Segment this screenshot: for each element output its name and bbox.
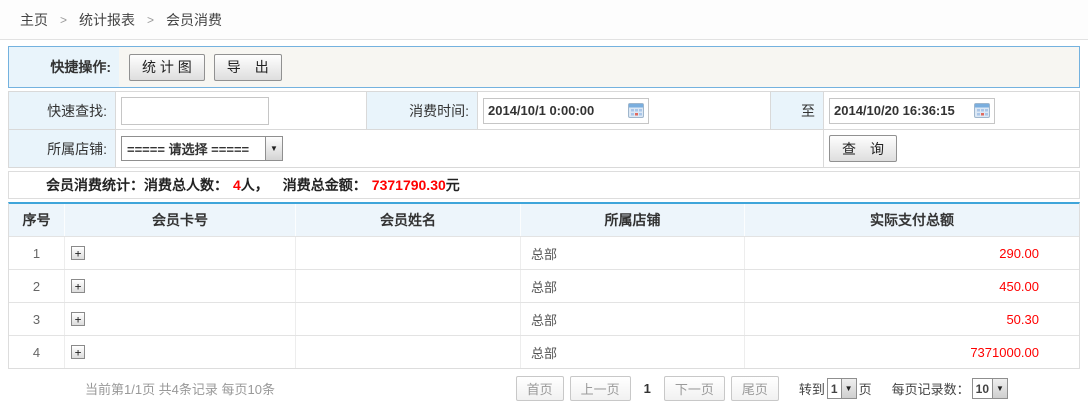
store-name: 总部: [521, 303, 745, 335]
date-from-value: 2014/10/1 0:00:00: [488, 103, 628, 118]
prev-page-button[interactable]: 上一页: [570, 376, 631, 401]
member-name: [296, 270, 521, 302]
table-row: 2 + 总部 450.00: [9, 269, 1079, 302]
amount-paid: 50.30: [745, 303, 1079, 335]
breadcrumb-reports[interactable]: 统计报表: [79, 10, 135, 30]
quick-find-input[interactable]: [121, 97, 269, 125]
member-consumption-table: 序号 会员卡号 会员姓名 所属店铺 实际支付总额 1 + 总部 290.00 2…: [8, 202, 1080, 369]
export-button[interactable]: 导 出: [214, 54, 282, 81]
store-select-value: ===== 请选择 =====: [122, 139, 265, 158]
row-index: 2: [9, 270, 65, 302]
page-summary: 当前第1/1页 共4条记录 每页10条: [85, 379, 275, 398]
quick-operations-label: 快捷操作:: [9, 47, 119, 87]
stats-count-label: 消费总人数：: [144, 175, 228, 195]
store-label: 所属店铺:: [9, 130, 116, 168]
statistics-chart-button[interactable]: 统 计 图: [129, 54, 205, 81]
table-header-row: 序号 会员卡号 会员姓名 所属店铺 实际支付总额: [9, 204, 1079, 236]
table-row: 4 + 总部 7371000.00: [9, 335, 1079, 368]
amount-paid: 450.00: [745, 270, 1079, 302]
page-size-value: 10: [973, 382, 992, 396]
pagination-bar: 当前第1/1页 共4条记录 每页10条 首页 上一页 1 下一页 尾页 转到 1…: [8, 369, 1080, 408]
goto-label: 转到: [799, 379, 825, 398]
breadcrumb-home[interactable]: 主页: [20, 10, 48, 30]
stats-title: 会员消费统计：: [46, 175, 144, 195]
chevron-down-icon[interactable]: ▼: [992, 379, 1007, 398]
expand-row-icon[interactable]: +: [71, 345, 85, 359]
stats-count-suffix: 人，: [241, 175, 269, 195]
date-from-input[interactable]: 2014/10/1 0:00:00: [483, 98, 649, 124]
store-name: 总部: [521, 237, 745, 269]
member-name: [296, 303, 521, 335]
consume-time-label: 消费时间:: [367, 92, 478, 130]
consumption-stats-bar: 会员消费统计： 消费总人数： 4 人， 消费总金额： 7371790.30 元: [8, 171, 1080, 199]
header-store: 所属店铺: [521, 204, 745, 236]
next-page-button[interactable]: 下一页: [664, 376, 725, 401]
amount-paid: 7371000.00: [745, 336, 1079, 368]
date-to-value: 2014/10/20 16:36:15: [834, 103, 974, 118]
row-index: 4: [9, 336, 65, 368]
stats-amount-value: 7371790.30: [372, 177, 446, 193]
header-card-number: 会员卡号: [65, 204, 296, 236]
breadcrumb-separator: >: [60, 13, 67, 27]
row-index: 1: [9, 237, 65, 269]
stats-count-value: 4: [233, 177, 241, 193]
page-size-select[interactable]: 10 ▼: [972, 378, 1008, 399]
stats-amount-label: 消费总金额：: [283, 175, 367, 195]
breadcrumb-separator: >: [147, 13, 154, 27]
expand-row-icon[interactable]: +: [71, 312, 85, 326]
header-index: 序号: [9, 204, 65, 236]
breadcrumb-member-consumption[interactable]: 会员消费: [166, 10, 222, 30]
row-index: 3: [9, 303, 65, 335]
chevron-down-icon[interactable]: ▼: [265, 137, 282, 160]
goto-page-value: 1: [828, 382, 841, 396]
goto-page-select[interactable]: 1 ▼: [827, 378, 857, 399]
store-name: 总部: [521, 270, 745, 302]
calendar-icon[interactable]: [628, 103, 644, 118]
quick-find-label: 快速查找:: [9, 92, 116, 130]
goto-suffix: 页: [859, 379, 872, 398]
table-row: 3 + 总部 50.30: [9, 302, 1079, 335]
expand-row-icon[interactable]: +: [71, 279, 85, 293]
header-amount-paid: 实际支付总额: [745, 204, 1079, 236]
table-row: 1 + 总部 290.00: [9, 236, 1079, 269]
first-page-button[interactable]: 首页: [516, 376, 564, 401]
to-label: 至: [771, 92, 824, 130]
calendar-icon[interactable]: [974, 103, 990, 118]
quick-operations-bar: 快捷操作: 统 计 图 导 出: [8, 46, 1080, 88]
amount-paid: 290.00: [745, 237, 1079, 269]
member-name: [296, 336, 521, 368]
store-select[interactable]: ===== 请选择 ===== ▼: [121, 136, 283, 161]
expand-row-icon[interactable]: +: [71, 246, 85, 260]
header-member-name: 会员姓名: [296, 204, 521, 236]
query-button[interactable]: 查 询: [829, 135, 897, 162]
page-size-label: 每页记录数：: [892, 379, 970, 398]
store-name: 总部: [521, 336, 745, 368]
chevron-down-icon[interactable]: ▼: [841, 379, 856, 398]
last-page-button[interactable]: 尾页: [731, 376, 779, 401]
search-form: 快速查找: 消费时间: 2014/10/1 0:00:00 至: [8, 91, 1080, 168]
current-page-number: 1: [644, 381, 651, 396]
breadcrumb: 主页 > 统计报表 > 会员消费: [0, 0, 1088, 40]
member-name: [296, 237, 521, 269]
date-to-input[interactable]: 2014/10/20 16:36:15: [829, 98, 995, 124]
stats-amount-suffix: 元: [446, 175, 460, 195]
